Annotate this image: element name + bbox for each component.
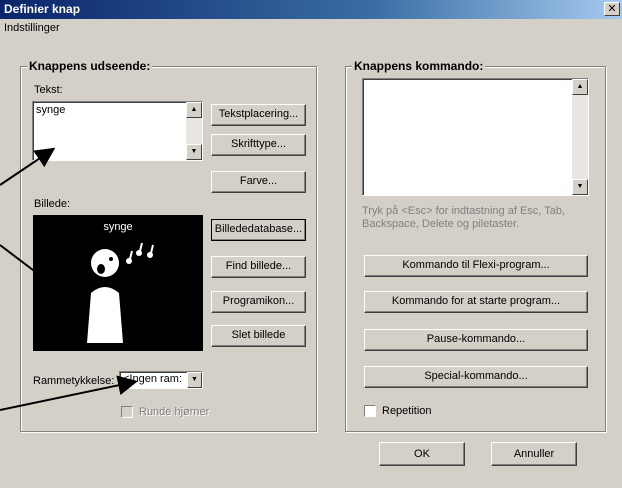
text-scrollbar[interactable]: ▲ ▼: [186, 102, 202, 160]
esc-hint: Tryk på <Esc> for indtastning af Esc, Ta…: [362, 205, 565, 230]
text-label: Tekst:: [34, 84, 63, 96]
repetition-checkbox[interactable]: [364, 405, 376, 417]
picture-database-button[interactable]: Billededatabase...: [211, 219, 306, 241]
pause-command-button[interactable]: Pause-kommando...: [364, 329, 588, 351]
border-thickness-value: <Ingen ram:: [123, 373, 183, 385]
chevron-down-icon[interactable]: ▼: [187, 372, 202, 388]
scroll-up-icon[interactable]: ▲: [186, 102, 202, 118]
text-placement-button[interactable]: Tekstplacering...: [211, 104, 306, 126]
command-group-title: Knappens kommando:: [352, 59, 486, 73]
rounded-corners-label: Runde hjørner: [139, 406, 210, 418]
repetition-label: Repetition: [382, 405, 432, 417]
scroll-down-icon[interactable]: ▼: [572, 179, 588, 195]
picture-label: Billede:: [34, 198, 71, 210]
settings-menu[interactable]: Indstillinger: [4, 22, 60, 34]
cancel-button[interactable]: Annuller: [491, 442, 577, 466]
scroll-down-icon[interactable]: ▼: [186, 144, 202, 160]
delete-picture-button[interactable]: Slet billede: [211, 325, 306, 347]
command-scrollbar[interactable]: ▲ ▼: [572, 79, 588, 195]
text-input-value: synge: [36, 104, 66, 116]
button-picture: synge: [33, 215, 203, 351]
rounded-corners-checkbox[interactable]: [121, 406, 133, 418]
border-thickness-select[interactable]: <Ingen ram: ▼: [119, 371, 203, 389]
define-button-dialog: Definier knap ✕ Indstillinger Knappens u…: [0, 0, 622, 488]
close-button[interactable]: ✕: [604, 2, 620, 16]
singing-person-icon: [87, 242, 154, 343]
color-button[interactable]: Farve...: [211, 171, 306, 193]
start-program-command-button[interactable]: Kommando for at starte program...: [364, 291, 588, 313]
program-icon-button[interactable]: Programikon...: [211, 291, 306, 313]
text-input[interactable]: synge ▲ ▼: [32, 101, 203, 161]
border-thickness-label: Rammetykkelse:: [33, 375, 115, 387]
flexi-command-button[interactable]: Kommando til Flexi-program...: [364, 255, 588, 277]
scroll-up-icon[interactable]: ▲: [572, 79, 588, 95]
font-button[interactable]: Skrifttype...: [211, 134, 306, 156]
window-title: Definier knap: [4, 2, 81, 16]
ok-button[interactable]: OK: [379, 442, 465, 466]
appearance-group-title: Knappens udseende:: [27, 59, 153, 73]
title-bar: Definier knap ✕: [0, 0, 622, 19]
special-command-button[interactable]: Special-kommando...: [364, 366, 588, 388]
command-input[interactable]: ▲ ▼: [362, 78, 589, 196]
find-picture-button[interactable]: Find billede...: [211, 256, 306, 278]
